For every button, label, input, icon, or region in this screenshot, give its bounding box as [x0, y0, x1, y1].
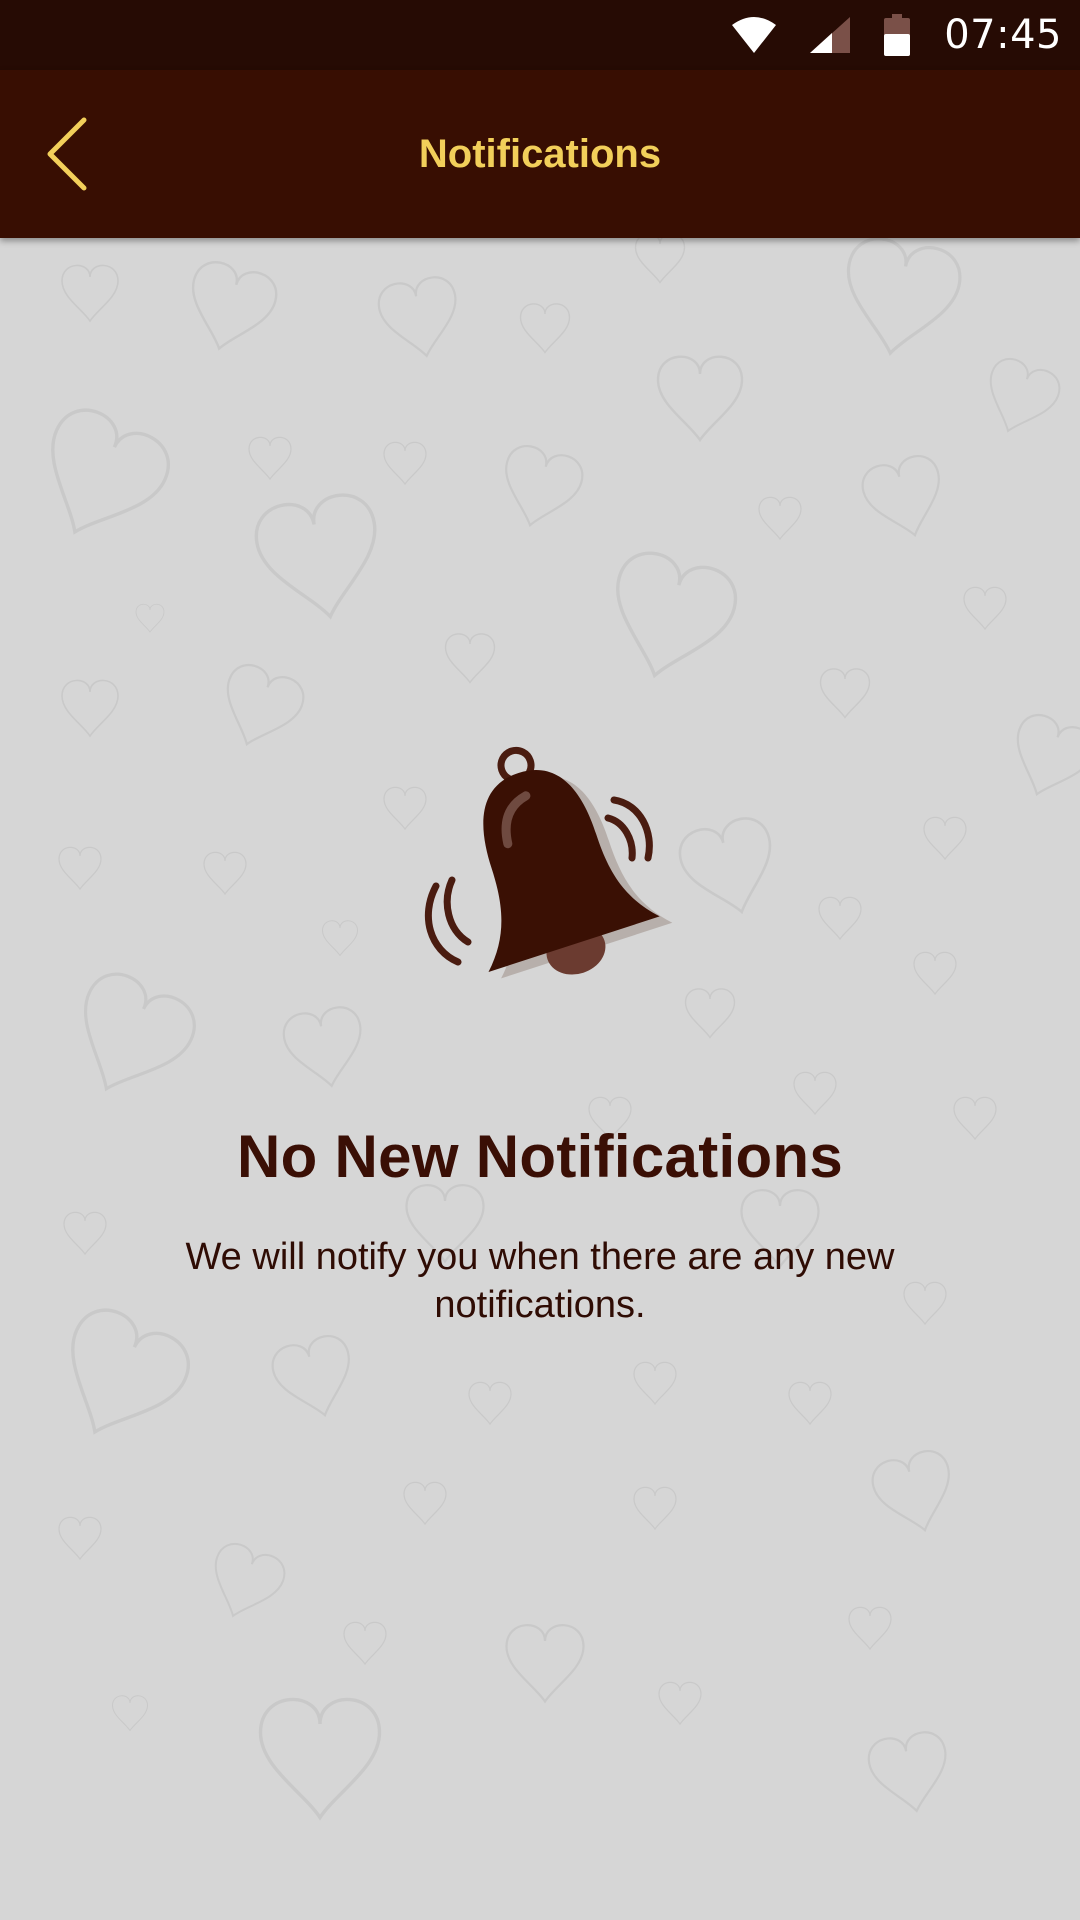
status-time: 07:45	[944, 12, 1062, 58]
empty-state-title: No New Notifications	[236, 1123, 844, 1190]
status-bar: 07:45	[0, 0, 1080, 70]
back-button[interactable]	[22, 104, 122, 204]
chevron-left-icon	[47, 117, 87, 191]
page-title: Notifications	[418, 132, 662, 176]
cellular-signal-icon	[810, 17, 851, 53]
status-icons: 07:45	[732, 0, 1062, 70]
empty-state-message: We will notify you when there are any ne…	[185, 1236, 895, 1326]
ringing-bell-icon	[424, 746, 673, 979]
empty-state: No New Notifications We will notify you …	[0, 740, 1080, 1329]
battery-icon	[884, 14, 911, 56]
wifi-icon	[732, 17, 777, 53]
app-bar: Notifications	[0, 70, 1080, 238]
